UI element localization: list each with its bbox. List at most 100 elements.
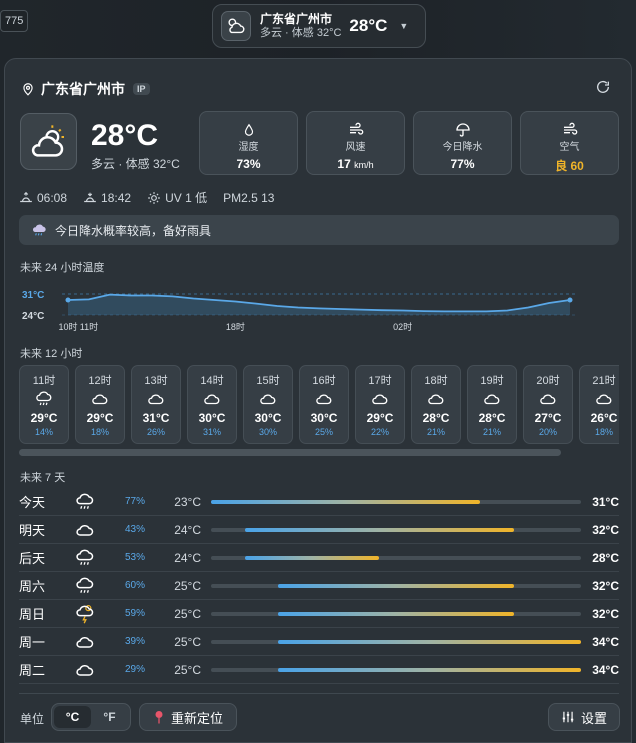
uv-index: UV 1 低	[165, 191, 208, 205]
settings-button[interactable]: 设置	[548, 703, 620, 731]
hour-card[interactable]: 11时 29°C 14%	[19, 365, 69, 444]
hour-temp: 27°C	[534, 411, 562, 425]
temp-range-bar	[211, 639, 581, 644]
day-name: 后天	[19, 551, 46, 566]
temp-range-bar	[211, 555, 581, 560]
current-condition: 多云 · 体感 32°C	[91, 157, 180, 171]
sliders-icon	[562, 711, 574, 723]
day-pop: 43%	[124, 524, 145, 535]
thunder-cloud-icon	[73, 604, 97, 624]
metric-value: 17 km/h	[307, 157, 404, 171]
hour-card[interactable]: 15时 30°C 30%	[243, 365, 293, 444]
hour-pop: 20%	[538, 427, 557, 437]
hour-label: 11时	[32, 375, 56, 387]
temp-range-fill	[278, 667, 581, 672]
cloud-icon	[356, 390, 404, 408]
hour-card[interactable]: 20时 27°C 20%	[523, 365, 573, 444]
hour-pop: 21%	[482, 427, 501, 437]
hour-card[interactable]: 21时 26°C 18%	[579, 365, 619, 444]
cloud-icon	[524, 390, 572, 408]
cloud-icon	[73, 660, 97, 680]
hour-pop: 21%	[426, 427, 445, 437]
day-low: 25°C	[174, 606, 201, 621]
hour-card[interactable]: 12时 29°C 18%	[75, 365, 125, 444]
temp-24h-chart: 31°C 24°C 11时 18时 02时 10时	[22, 290, 575, 332]
day-low: 25°C	[174, 634, 201, 649]
hour-card[interactable]: 16时 30°C 25%	[299, 365, 349, 444]
rain-cloud-icon	[20, 390, 68, 408]
day-high: 28°C	[592, 550, 619, 565]
hour-label: 13时	[144, 375, 168, 387]
temp-range-fill	[278, 583, 514, 588]
hour-pop: 25%	[314, 427, 333, 437]
hour-temp: 29°C	[366, 411, 394, 425]
hour-temp: 29°C	[30, 411, 58, 425]
chart-y-label: 24°C	[22, 311, 44, 322]
hour-label: 16时	[312, 375, 336, 387]
unit-celsius-button[interactable]: °C	[54, 706, 91, 728]
umbrella-icon	[414, 122, 511, 142]
cloud-icon	[73, 520, 97, 540]
rain-alert: 今日降水概率较高，备好雨具	[19, 215, 619, 245]
temp-range-fill	[244, 527, 514, 532]
weather-widget-pill[interactable]: 广东省广州市 多云 · 体感 32°C 28°C ▼	[212, 4, 426, 48]
hour-temp: 30°C	[198, 411, 226, 425]
hour-card[interactable]: 13时 31°C 26%	[131, 365, 181, 444]
rain-cloud-icon	[73, 576, 97, 596]
metric-value: 良 60	[555, 159, 584, 173]
sunrise-icon	[20, 191, 32, 202]
temp-range-fill	[278, 611, 514, 616]
day-pop: 53%	[124, 552, 145, 563]
chevron-down-icon[interactable]: ▼	[399, 21, 408, 31]
wind-icon	[521, 122, 618, 142]
hour-temp: 28°C	[422, 411, 450, 425]
weather-panel: 广东省广州市 IP 28°C 多云 · 体感 32°C 湿度 73% 风速 17…	[4, 58, 632, 743]
hourly-scrollbar[interactable]	[19, 449, 561, 456]
hour-card[interactable]: 17时 29°C 22%	[355, 365, 405, 444]
cloud-icon	[132, 390, 180, 408]
wind-unit: km/h	[354, 160, 374, 170]
day-low: 25°C	[174, 578, 201, 593]
day-name: 明天	[19, 523, 46, 538]
daily-row: 明天 43% 24°C 32°C	[19, 516, 619, 544]
chart24-title: 未来 24 小时温度	[20, 262, 105, 274]
daily-row: 周一 39% 25°C 34°C	[19, 628, 619, 656]
temp-range-bar	[211, 499, 581, 504]
chart-y-label: 31°C	[22, 290, 44, 301]
hour-card[interactable]: 14时 30°C 31%	[187, 365, 237, 444]
cloud-icon	[468, 390, 516, 408]
day-low: 24°C	[174, 522, 201, 537]
location-pin-icon	[23, 83, 33, 96]
cloud-icon	[73, 632, 97, 652]
metric-wind: 风速 17 km/h	[306, 111, 405, 175]
hour-card[interactable]: 18时 28°C 21%	[411, 365, 461, 444]
daily-title: 未来 7 天	[20, 472, 66, 484]
hour-card[interactable]: 19时 28°C 21%	[467, 365, 517, 444]
day-low: 23°C	[174, 494, 201, 509]
metric-label: 今日降水	[442, 142, 483, 153]
hour-label: 14时	[200, 375, 224, 387]
temp-range-fill	[278, 639, 581, 644]
metric-precip: 今日降水 77%	[413, 111, 512, 175]
rain-cloud-icon	[73, 492, 97, 512]
refresh-icon[interactable]	[595, 79, 613, 97]
chart-point	[65, 297, 71, 303]
hour-label: 21时	[592, 375, 616, 387]
hour-temp: 30°C	[310, 411, 338, 425]
unit-fahrenheit-button[interactable]: °F	[91, 706, 128, 728]
hourly-forecast-list[interactable]: 11时 29°C 14% 12时 29°C 18% 13时 31°C 26% 14时 30°C 31%…	[19, 365, 619, 445]
ip-badge: IP	[133, 83, 150, 95]
sunset-time: 18:42	[101, 190, 132, 205]
sunset-item: 18:42	[83, 191, 131, 205]
pill-city: 广东省广州市	[260, 12, 333, 27]
wind-icon	[307, 122, 404, 142]
hour-pop: 18%	[90, 427, 109, 437]
wind-speed: 17	[337, 157, 351, 171]
metric-value: 77%	[450, 157, 475, 171]
unit-toggle[interactable]: °C °F	[51, 703, 131, 731]
divider	[19, 693, 619, 694]
day-pop: 39%	[124, 636, 145, 647]
relocate-button[interactable]: 重新定位	[139, 703, 237, 731]
pill-temp: 28°C	[349, 16, 388, 35]
rain-cloud-icon	[73, 548, 97, 568]
